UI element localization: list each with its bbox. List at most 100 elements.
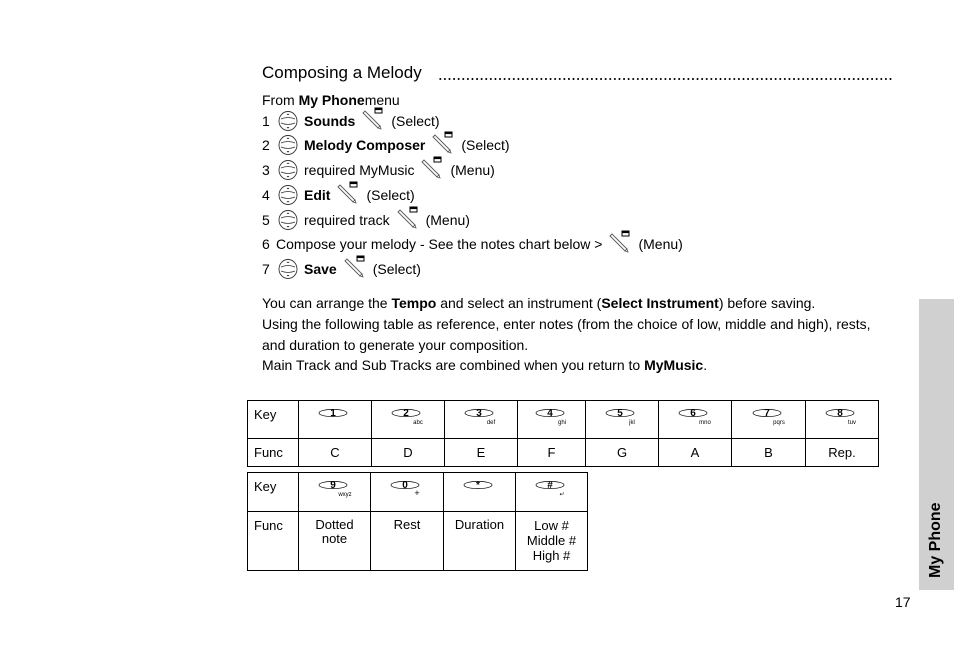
step-action: (Select) [366,187,415,203]
key-cell: 1 [298,400,372,439]
nav-scroll-icon [278,185,298,205]
text: ) before saving. [718,295,816,311]
func-value: Rep. [828,445,856,460]
key-digit: 0 [402,480,408,491]
step-label: Melody Composer [304,137,426,153]
softkey-icon [609,230,630,253]
step-number: 5 [262,212,270,228]
key-digit: 5 [617,408,623,419]
notes-table-2: Key 9 wxyz 0 + * # ↵ Func Dotted note Rest Durati… [247,472,588,571]
softkey-icon [344,255,365,278]
paragraph-usage-2: and duration to generate your compositio… [262,337,529,353]
func-cell: F [517,438,586,467]
key-letters: wxyz [337,492,351,498]
key-letters: tuv [848,420,856,426]
step-5: 5 required track (Menu) [262,206,470,230]
step-7: 7 Save (Select) [262,255,421,279]
key-row: Key 9 wxyz 0 + * # ↵ [247,472,588,512]
step-number: 3 [262,162,270,178]
softkey-icon [397,206,418,229]
key-digit: # [547,480,553,491]
func-header: Func [247,438,299,467]
key-digit: * [476,480,480,491]
step-6: 6 Compose your melody - See the notes ch… [262,230,683,254]
keypad-key-icon: 8 tuv [825,408,856,426]
step-action: (Menu) [450,162,495,178]
keypad-key-icon: * [463,480,492,491]
key-letters: mno [699,420,711,426]
func-cell: C [298,438,372,467]
func-cell: G [585,438,659,467]
key-cell: 9 wxyz [298,472,371,512]
intro-bold: My Phone [298,92,365,108]
func-cell: A [658,438,732,467]
step-action: (Select) [391,113,440,129]
func-cell: Rest [370,511,444,571]
key-letters: ↵ [559,492,564,498]
key-digit: 4 [547,408,553,419]
key-cell: 8 tuv [805,400,879,439]
step-number: 7 [262,261,270,277]
nav-scroll-icon [278,259,298,279]
paragraph-mymusic: Main Track and Sub Tracks are combined w… [262,357,707,373]
key-cell: 6 mno [658,400,732,439]
intro-suffix: menu [364,92,400,108]
nav-scroll-icon [278,160,298,180]
func-value: Dotted [315,517,354,532]
key-digit: 8 [837,408,843,419]
text: . [703,357,708,373]
func-value: Low # [534,518,569,533]
text: Main Track and Sub Tracks are combined w… [262,357,645,373]
key-letters: ghi [557,420,565,426]
title-leader-dots [438,78,894,80]
keypad-key-icon: 6mno [678,408,711,426]
func-cell: Rep. [805,438,879,467]
step-label: Compose your melody - See the notes char… [276,236,603,252]
nav-scroll-icon [278,111,298,131]
key-letters: pqrs [773,420,785,426]
func-cell: E [444,438,518,467]
step-label: Save [304,261,337,277]
nav-scroll-icon [278,210,298,230]
keypad-key-icon: 4 ghi [535,408,566,426]
intro-prefix: From [262,92,295,108]
step-label: required MyMusic [304,162,415,178]
softkey-icon [421,156,442,179]
func-value: note [321,531,348,546]
step-action: (Menu) [425,212,470,228]
key-letters: jkl [628,420,635,426]
nav-scroll-icon [278,135,298,155]
bold-text: Select Instrument [601,295,719,311]
softkey-icon [362,107,383,130]
key-header: Key [247,472,299,512]
func-value: G [616,445,628,460]
key-digit: 6 [690,408,696,419]
paragraph-usage-1: Using the following table as reference, … [262,316,871,332]
func-cell: Duration [443,511,516,571]
step-label: Edit [304,187,331,203]
key-cell: 2 abc [371,400,445,439]
bold-text: MyMusic [644,357,704,373]
keypad-key-icon: 0+ [390,480,420,498]
key-cell: 5 jkl [585,400,659,439]
step-action: (Menu) [638,236,683,252]
step-label: required track [304,212,390,228]
keypad-key-icon: 3 def [464,408,496,426]
key-cell: 7 pqrs [731,400,806,439]
step-number: 4 [262,187,270,203]
keypad-key-icon: 5 jkl [605,408,635,426]
key-digit: 7 [764,408,770,419]
func-value: D [403,445,413,460]
step-number: 6 [262,236,270,252]
keypad-key-icon: #↵ [535,480,564,498]
key-letters: def [487,420,496,426]
step-2: 2 Melody Composer (Select) [262,131,510,155]
func-value: A [690,445,700,460]
keypad-key-icon: 1 [318,408,348,419]
key-letters: abc [413,420,423,426]
key-header: Key [247,400,299,439]
softkey-icon [432,131,453,154]
step-number: 1 [262,113,270,129]
func-header: Func [247,511,299,571]
func-cell: Dotted note [298,511,371,571]
